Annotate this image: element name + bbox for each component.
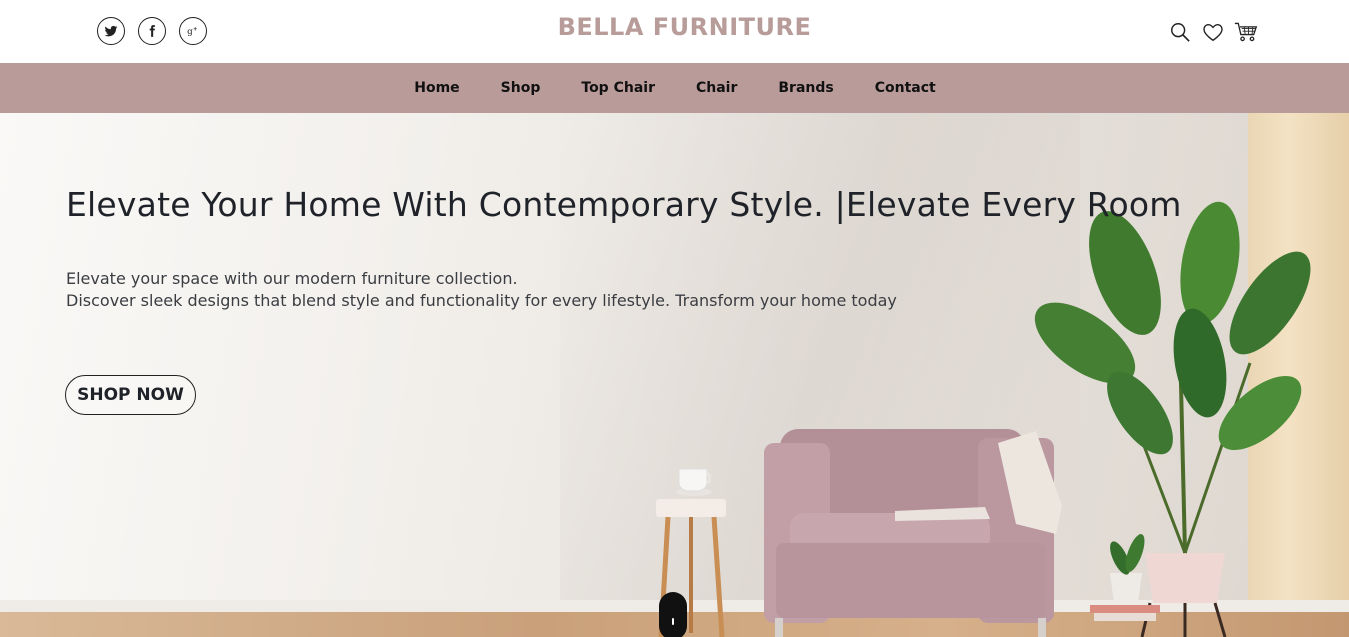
scroll-dot [672, 618, 674, 625]
hero-banner: Elevate Your Home With Contemporary Styl… [0, 113, 1349, 637]
hero-description-line-1: Elevate your space with our modern furni… [66, 269, 518, 288]
top-header: g + BELLA FURNITURE [0, 0, 1349, 63]
nav-item-shop[interactable]: Shop [501, 80, 541, 96]
wishlist-button[interactable] [1201, 20, 1225, 44]
cart-button[interactable] [1234, 20, 1258, 44]
potted-plant [1034, 201, 1311, 637]
search-icon [1171, 23, 1190, 42]
nav-item-home[interactable]: Home [414, 80, 459, 96]
nav-item-chair[interactable]: Chair [696, 80, 737, 96]
header-tools [1168, 20, 1258, 44]
hero-description-line-2: Discover sleek designs that blend style … [66, 291, 897, 310]
shop-now-button[interactable]: SHOP NOW [65, 375, 196, 415]
scroll-down-indicator[interactable] [659, 592, 687, 637]
main-nav: Home Shop Top Chair Chair Brands Contact [0, 63, 1349, 113]
search-button[interactable] [1168, 20, 1192, 44]
pink-armchair [764, 429, 1062, 637]
heart-icon [1203, 23, 1223, 42]
nav-item-top-chair[interactable]: Top Chair [581, 80, 655, 96]
nav-item-contact[interactable]: Contact [875, 80, 936, 96]
hero-title: Elevate Your Home With Contemporary Styl… [66, 185, 1182, 224]
brand-logo[interactable]: BELLA FURNITURE [0, 13, 1349, 41]
nav-item-brands[interactable]: Brands [778, 80, 833, 96]
hero-description: Elevate your space with our modern furni… [66, 268, 897, 312]
cart-icon [1234, 22, 1258, 42]
